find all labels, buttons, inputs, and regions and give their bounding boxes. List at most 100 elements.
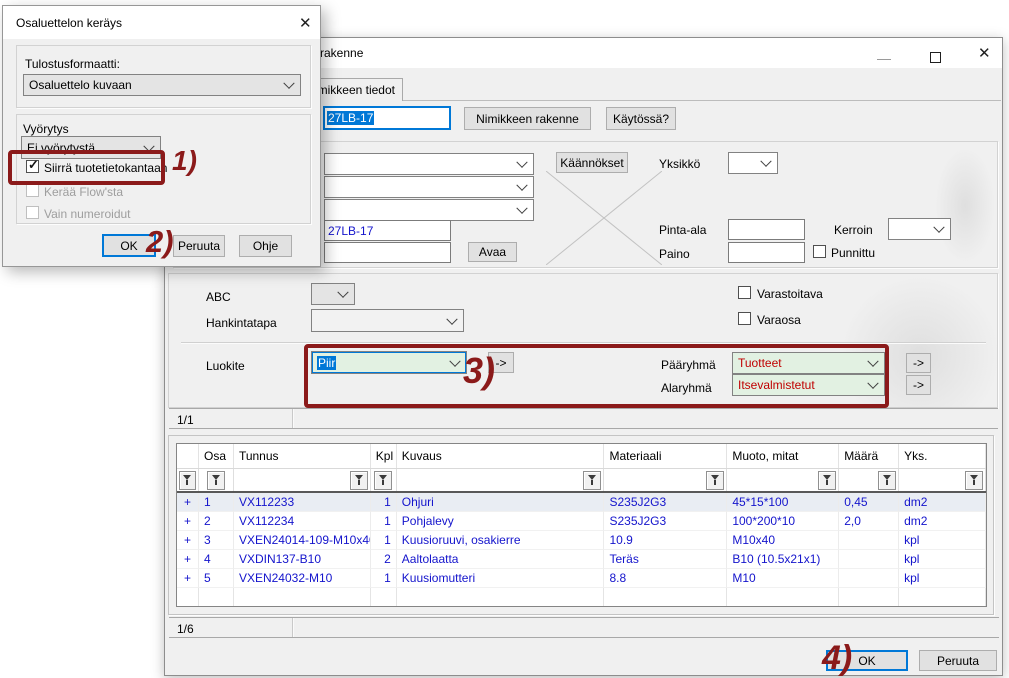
window-title: rakenne	[320, 46, 363, 60]
cell: 2	[199, 512, 234, 531]
chevron-down-icon	[933, 222, 944, 233]
print-format-label: Tulostusformaatti:	[25, 57, 120, 71]
header-cell: Määrä	[839, 444, 899, 468]
record-pager-top: 1/1	[169, 408, 998, 429]
area-field[interactable]	[728, 219, 805, 240]
spare-part-checkbox[interactable]	[738, 312, 751, 325]
cell: Teräs	[604, 550, 727, 569]
cell: 1	[371, 512, 397, 531]
empty-cell	[727, 588, 839, 607]
empty-cell	[177, 588, 199, 607]
table-row[interactable]: +5VXEN24032-M101Kuusiomutteri8.8M10kpl	[177, 569, 986, 588]
cell: 3	[199, 531, 234, 550]
factor-select[interactable]	[888, 218, 951, 240]
cell: kpl	[899, 531, 986, 550]
open-button[interactable]: Avaa	[468, 242, 517, 262]
chevron-down-icon	[760, 156, 771, 167]
minimize-icon[interactable]	[877, 59, 891, 60]
cancel-button[interactable]: Peruuta	[173, 235, 225, 257]
header-cell: Muoto, mitat	[727, 444, 839, 468]
help-button[interactable]: Ohje	[239, 235, 292, 257]
empty-row	[177, 588, 986, 607]
abc-select[interactable]	[311, 283, 355, 305]
parts-table[interactable]: OsaTunnusKplKuvausMateriaaliMuoto, mitat…	[176, 443, 987, 607]
main-group-arrow-button[interactable]: ->	[906, 353, 931, 373]
table-row[interactable]: +2VX1122341PohjalevyS235J2G3100*200*102,…	[177, 512, 986, 531]
empty-cell	[199, 588, 234, 607]
cell: +	[177, 569, 199, 588]
description-select-3[interactable]	[324, 199, 534, 221]
weight-field[interactable]	[728, 242, 805, 263]
annotation-1: 1)	[172, 147, 197, 175]
item-code-field[interactable]: 27LB-17	[323, 106, 451, 130]
cell: kpl	[899, 569, 986, 588]
annotation-4: 4)	[822, 641, 852, 675]
filter-cell	[727, 469, 839, 491]
cell	[839, 531, 899, 550]
close-icon[interactable]: ✕	[299, 14, 312, 32]
unit-label: Yksikkö	[659, 157, 700, 171]
close-icon[interactable]: ✕	[978, 44, 991, 62]
in-use-button[interactable]: Käytössä?	[606, 107, 676, 130]
filter-cell	[604, 469, 727, 491]
filter-funnel-icon[interactable]	[706, 471, 724, 490]
filter-funnel-icon[interactable]	[179, 471, 196, 490]
cell: 4	[199, 550, 234, 569]
table-row[interactable]: +4VXDIN137-B102AaltolaattaTeräsB10 (10.5…	[177, 550, 986, 569]
procurement-select[interactable]	[311, 309, 464, 332]
filter-cell	[234, 469, 371, 491]
numbered-checkbox	[26, 206, 39, 219]
reference-field[interactable]	[324, 242, 451, 263]
cell: VXEN24014-109-M10x40	[234, 531, 371, 550]
filter-funnel-icon[interactable]	[350, 471, 368, 490]
spare-part-label: Varaosa	[757, 313, 801, 327]
flow-checkbox	[26, 184, 39, 197]
filter-funnel-icon[interactable]	[374, 471, 392, 490]
cell	[839, 550, 899, 569]
filter-funnel-icon[interactable]	[965, 471, 983, 490]
print-format-select[interactable]: Osaluettelo kuvaan	[23, 74, 301, 96]
translations-button[interactable]: Käännökset	[556, 152, 628, 173]
cell: B10 (10.5x21x1)	[727, 550, 839, 569]
cell: 5	[199, 569, 234, 588]
description-select-2[interactable]	[324, 176, 534, 198]
watermark	[935, 148, 995, 263]
table-filter-row[interactable]	[177, 469, 986, 493]
table-row[interactable]: +3VXEN24014-109-M10x401Kuusioruuvi, osak…	[177, 531, 986, 550]
empty-cell	[604, 588, 727, 607]
dialog-title: Osaluettelon keräys	[16, 16, 122, 30]
structure-button[interactable]: Nimikkeen rakenne	[464, 107, 591, 130]
drawing-code-value: 27LB-17	[328, 224, 373, 238]
filter-funnel-icon[interactable]	[583, 471, 601, 490]
dialog-titlebar: Osaluettelon keräys ✕	[3, 6, 320, 39]
maximize-icon[interactable]	[930, 52, 941, 63]
weight-label: Paino	[659, 247, 690, 261]
cell: +	[177, 512, 199, 531]
drawing-code-field[interactable]: 27LB-17	[324, 220, 451, 241]
table-row[interactable]: +1VX1122331OhjuriS235J2G345*15*1000,45dm…	[177, 493, 986, 512]
cell: 2,0	[839, 512, 899, 531]
description-select-1[interactable]	[324, 153, 534, 175]
cell: 10.9	[604, 531, 727, 550]
empty-cell	[371, 588, 397, 607]
filter-funnel-icon[interactable]	[818, 471, 836, 490]
cancel-button[interactable]: Peruuta	[919, 650, 997, 671]
image-placeholder-cross	[546, 171, 662, 265]
table-header-row[interactable]: OsaTunnusKplKuvausMateriaaliMuoto, mitat…	[177, 444, 986, 469]
header-cell: Kpl	[371, 444, 397, 468]
filter-funnel-icon[interactable]	[878, 471, 896, 490]
filter-funnel-icon[interactable]	[207, 471, 225, 490]
sub-group-arrow-button[interactable]: ->	[906, 375, 931, 395]
factor-label: Kerroin	[834, 223, 873, 237]
cell: VX112234	[234, 512, 371, 531]
empty-cell	[839, 588, 899, 607]
annotation-3: 3)	[463, 353, 495, 389]
empty-cell	[234, 588, 371, 607]
stockable-checkbox[interactable]	[738, 286, 751, 299]
header-cell: Materiaali	[604, 444, 727, 468]
weighed-checkbox[interactable]	[813, 245, 826, 258]
screen: rakenne ✕ imikkeen tiedot 27LB-17 Nimikk…	[0, 0, 1009, 678]
cell: VXDIN137-B10	[234, 550, 371, 569]
cell: Kuusioruuvi, osakierre	[397, 531, 605, 550]
unit-select[interactable]	[728, 152, 778, 174]
